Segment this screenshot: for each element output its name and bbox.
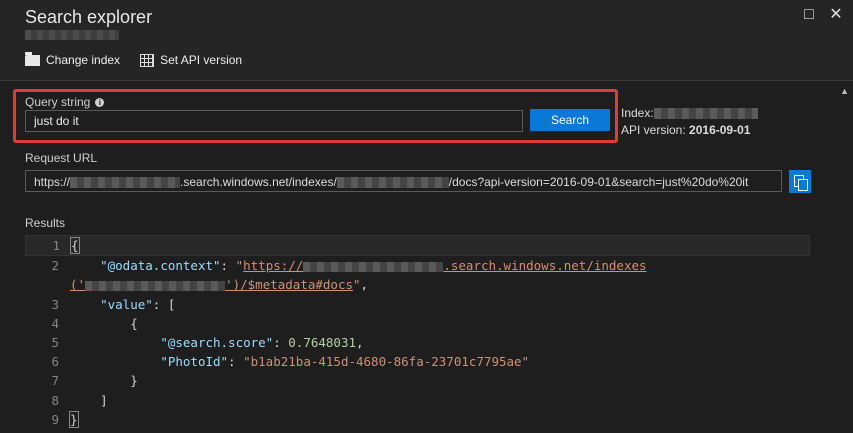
set-api-version-button[interactable]: Set API version [140,53,242,67]
request-url-field[interactable]: https:// .search.windows.net/indexes/ /doc… [25,170,782,192]
line-number: 3 [51,296,59,312]
line-number: 6 [51,354,59,370]
api-version-value: 2016-09-01 [689,123,751,137]
photo-key: "PhotoId" [160,354,229,370]
code-line: (' ')/$metadata#docs", [70,277,369,293]
value-key: "value" [100,296,153,312]
context-key: "@odata.context" [100,258,221,274]
line-number: 8 [51,392,59,408]
scrollbar[interactable] [835,81,853,433]
line-number: 2 [51,258,59,274]
toolbar: Change index Set API version [25,51,242,67]
api-version-info: API version: 2016-09-01 [621,123,750,137]
redacted-index-name [653,108,758,120]
query-string-label: Query string i [25,95,105,109]
redacted-service-name [70,177,181,189]
redacted-index-name [85,280,226,291]
line-number: 1 [52,238,60,253]
line-number: 4 [51,315,59,331]
api-version-label: API version: [621,123,686,137]
info-icon[interactable]: i [95,97,105,107]
redacted-index-name [336,177,449,189]
close-icon[interactable]: ✕ [827,6,845,24]
set-api-version-label: Set API version [160,53,243,67]
calendar-icon [140,53,155,67]
context-url-c[interactable]: (' [70,277,85,292]
folder-icon [25,51,40,66]
results-label: Results [25,216,66,230]
index-info: Index: [621,106,758,120]
divider [0,80,853,81]
score-value: 0.7648031 [288,334,356,350]
url-mid: .search.windows.net/indexes/ [180,175,337,189]
results-editor[interactable]: 1{ 2 "@odata.context": "https://.search.… [25,235,810,433]
request-url-label: Request URL [25,151,98,165]
line-number: 7 [51,373,59,389]
copy-url-icon[interactable] [789,170,811,193]
change-index-label: Change index [46,53,121,67]
query-string-input[interactable] [25,110,523,132]
code-line: 4 { [25,314,810,333]
code-line: 9} [25,410,810,429]
title-bar: Search explorer □ ✕ Change index Set API… [0,0,853,80]
window-title: Search explorer [25,7,153,27]
code-line: 2 "@odata.context": "https://.search.win… [25,256,810,275]
code-line: 8 ] [25,391,810,410]
maximize-icon[interactable]: □ [800,6,818,24]
scroll-up-icon[interactable]: ▲ [840,86,849,96]
context-url-b[interactable]: .search.windows.net/indexes [443,258,646,273]
context-url-d[interactable]: ')/$metadata#docs [225,277,353,292]
code-line: 1{ [25,235,810,257]
search-button[interactable]: Search [530,109,610,131]
score-key: "@search.score" [160,334,274,350]
url-suffix: /docs?api-version=2016-09-01&search=just… [448,175,749,189]
redacted-service-name [303,261,444,272]
context-url-a[interactable]: https:// [243,258,303,273]
photo-value: "b1ab21ba-415d-4680-86fa-23701c7795ae" [243,354,530,370]
redacted-subtitle [25,30,119,40]
code-line: 5 "@search.score": 0.7648031, [25,333,810,352]
code-line: 6 "PhotoId": "b1ab21ba-415d-4680-86fa-23… [25,352,810,371]
index-label: Index: [621,106,654,120]
code-line: 3 "value": [ [25,295,810,314]
change-index-button[interactable]: Change index [25,51,121,67]
code-line: 7 } [25,371,810,390]
query-string-text: Query string [25,95,91,109]
line-number: 5 [51,334,59,350]
line-number: 9 [51,411,59,427]
url-prefix: https:// [34,175,71,189]
